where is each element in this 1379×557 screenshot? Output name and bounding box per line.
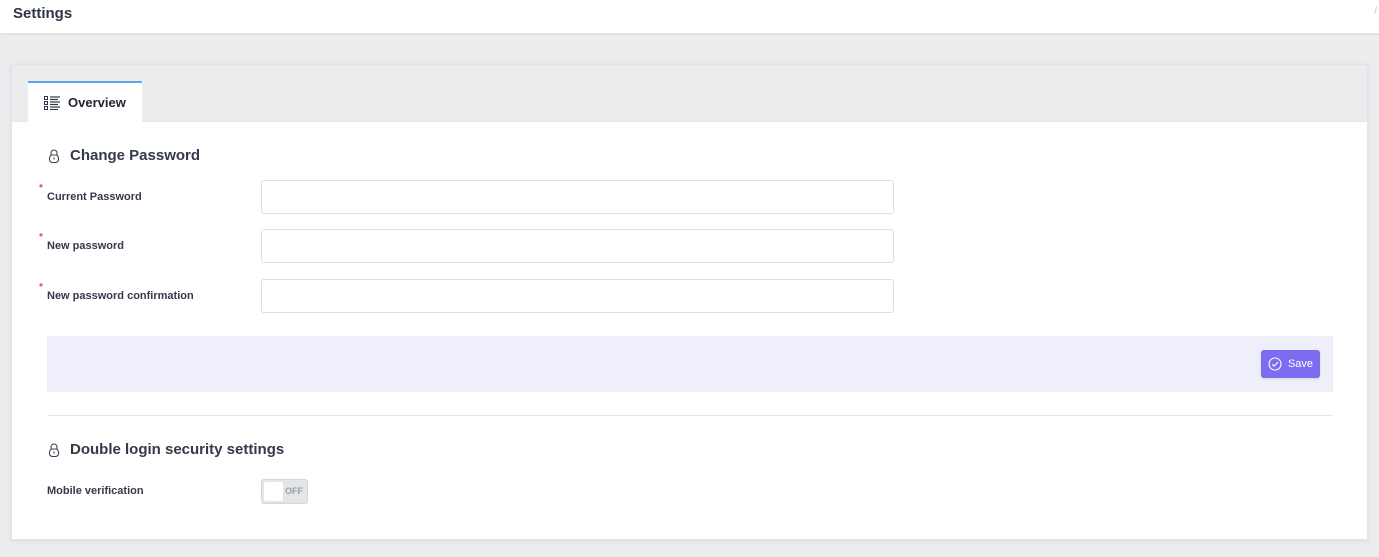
page-title: Settings — [13, 5, 73, 22]
new-password-confirmation-input[interactable] — [261, 279, 894, 313]
new-password-confirmation-label: New password confirmation — [47, 290, 194, 302]
lock-icon — [48, 443, 60, 457]
new-password-input[interactable] — [261, 229, 894, 263]
save-button-label: Save — [1287, 358, 1314, 370]
settings-card: Overview Change Password * Current Passw… — [11, 64, 1368, 540]
section-divider — [47, 415, 1333, 416]
double-login-title: Double login security settings — [70, 441, 285, 458]
breadcrumb-separator: / — [1374, 6, 1377, 17]
toggle-state-text: OFF — [285, 486, 303, 496]
required-marker: * — [39, 232, 43, 243]
required-marker: * — [39, 183, 43, 194]
form-action-bar: Save — [47, 336, 1333, 392]
save-button[interactable]: Save — [1261, 350, 1320, 378]
toggle-knob — [264, 482, 283, 501]
lock-icon — [48, 149, 60, 163]
new-password-label: New password — [47, 240, 125, 252]
current-password-label: Current Password — [47, 191, 142, 203]
current-password-input[interactable] — [261, 180, 894, 214]
check-circle-icon — [1268, 357, 1282, 371]
change-password-title: Change Password — [70, 147, 201, 164]
list-icon — [44, 95, 60, 110]
top-bar: Settings / — [0, 0, 1379, 33]
tab-bar: Overview — [12, 65, 1367, 122]
mobile-verification-toggle[interactable]: OFF — [261, 479, 308, 504]
mobile-verification-label: Mobile verification — [47, 485, 144, 497]
required-marker: * — [39, 282, 43, 293]
change-password-heading: Change Password — [48, 147, 200, 164]
tab-overview[interactable]: Overview — [28, 81, 142, 122]
double-login-heading: Double login security settings — [48, 441, 284, 458]
tab-overview-label: Overview — [68, 95, 126, 110]
